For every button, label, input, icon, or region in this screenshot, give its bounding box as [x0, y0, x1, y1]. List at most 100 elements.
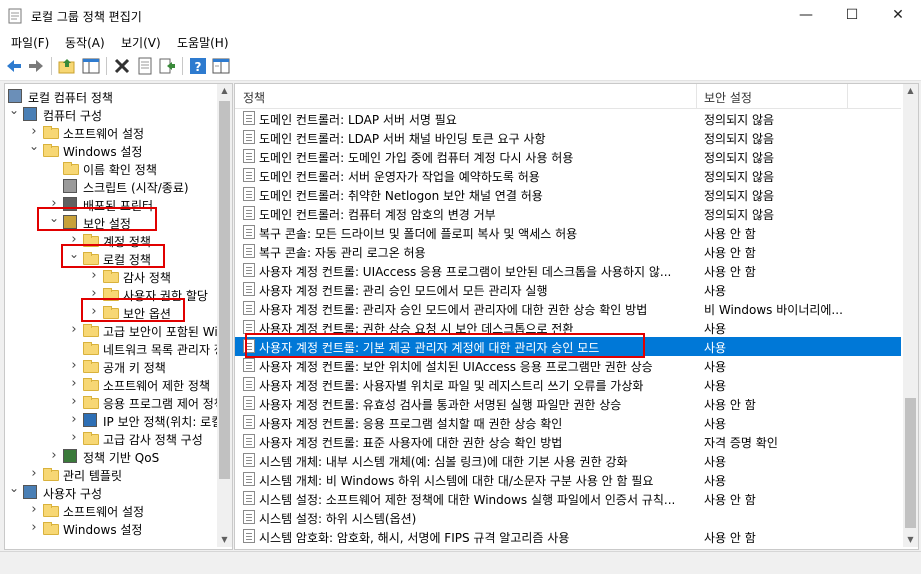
extended-view-icon[interactable]: [212, 57, 230, 75]
forward-icon[interactable]: [27, 57, 45, 75]
up-folder-icon[interactable]: [58, 57, 76, 75]
menu-action[interactable]: 동작(A): [65, 34, 105, 51]
policy-row[interactable]: 도메인 컨트롤러: 취약한 Netlogon 보안 채널 연결 허용 정의되지 않…: [235, 185, 901, 204]
policy-security-setting: 자격 증명 확인: [704, 436, 778, 450]
menu-view[interactable]: 보기(V): [121, 34, 161, 51]
expanded-chevron-icon[interactable]: ⌄: [9, 482, 19, 494]
tree-item[interactable]: › 공개 키 정책: [5, 358, 217, 376]
tree-item[interactable]: ⌄ 컴퓨터 구성: [5, 104, 217, 124]
toolbar-separator: [182, 57, 183, 75]
maximize-button[interactable]: ☐: [829, 0, 875, 31]
column-header-security-setting[interactable]: 보안 설정: [704, 89, 752, 106]
policy-row[interactable]: 도메인 컨트롤러: LDAP 서버 서명 필요 정의되지 않음: [235, 109, 901, 128]
export-icon[interactable]: [158, 57, 176, 75]
column-divider[interactable]: [696, 84, 697, 108]
back-icon[interactable]: [5, 57, 23, 75]
tree-item-label: 소프트웨어 제한 정책: [103, 379, 210, 393]
script-icon: [63, 179, 77, 193]
tree-scroll-thumb[interactable]: [219, 101, 230, 479]
column-divider[interactable]: [847, 84, 848, 108]
scroll-up-arrow-icon[interactable]: ▲: [220, 86, 229, 95]
tree-item[interactable]: 네트워크 목록 관리자 정책: [5, 340, 232, 358]
policy-row[interactable]: 사용자 계정 컨트롤: 응용 프로그램 설치할 때 권한 상승 확인 사용: [235, 413, 901, 432]
tree-item[interactable]: › 정책 기반 QoS: [5, 448, 217, 466]
policy-row[interactable]: 시스템 설정: 하위 시스템(옵션): [235, 508, 901, 527]
collapsed-chevron-icon[interactable]: ›: [69, 359, 79, 372]
collapsed-chevron-icon[interactable]: ›: [29, 503, 39, 516]
svg-text:?: ?: [195, 60, 202, 74]
tree-pane[interactable]: 로컬 컴퓨터 정책 ⌄ 컴퓨터 구성 › 소프트웨어 설정 ⌄ Windows 설정 이름 확…: [4, 83, 233, 550]
tree-item[interactable]: ⌄ Windows 설정: [5, 140, 217, 160]
policy-row[interactable]: 사용자 계정 컨트롤: 유효성 검사를 통과한 서명된 실행 파일만 권한 상승…: [235, 394, 901, 413]
tree-item[interactable]: ⌄ 사용자 구성: [5, 482, 217, 502]
tree-item[interactable]: 스크립트 (시작/종료): [5, 178, 217, 196]
tree-item[interactable]: 로컬 컴퓨터 정책: [5, 88, 217, 106]
policy-row[interactable]: 사용자 계정 컨트롤: 관리자 승인 모드에서 관리자에 대한 권한 상승 확인…: [235, 299, 901, 318]
collapsed-chevron-icon[interactable]: ›: [69, 431, 79, 444]
policy-security-setting: 사용 안 함: [704, 265, 756, 279]
scroll-down-arrow-icon[interactable]: ▼: [906, 535, 915, 544]
tree-item[interactable]: › 고급 보안이 포함된 Windows Defender 방화벽: [5, 322, 232, 340]
collapsed-chevron-icon[interactable]: ›: [49, 449, 59, 462]
policy-row[interactable]: 도메인 컨트롤러: 도메인 가입 중에 컴퓨터 계정 다시 사용 허용 정의되지 …: [235, 147, 901, 166]
tree-item[interactable]: › 소프트웨어 설정: [5, 502, 217, 520]
policy-row[interactable]: 도메인 컨트롤러: LDAP 서버 채널 바인딩 토큰 요구 사항 정의되지 않음: [235, 128, 901, 147]
list-vertical-scrollbar[interactable]: ▲ ▼: [903, 84, 918, 547]
policy-row[interactable]: 도메인 컨트롤러: 컴퓨터 계정 암호의 변경 거부 정의되지 않음: [235, 204, 901, 223]
tree-item[interactable]: › 고급 감사 정책 구성: [5, 430, 217, 448]
menu-file[interactable]: 파일(F): [11, 34, 49, 51]
collapsed-chevron-icon[interactable]: ›: [69, 413, 79, 426]
tree-vertical-scrollbar[interactable]: ▲ ▼: [217, 84, 232, 547]
collapsed-chevron-icon[interactable]: ›: [69, 395, 79, 408]
show-hide-tree-icon[interactable]: [82, 57, 100, 75]
policy-name: 사용자 계정 컨트롤: 관리자 승인 모드에서 관리자에 대한 권한 상승 확인…: [259, 303, 648, 317]
policy-row[interactable]: 사용자 계정 컨트롤: 관리 승인 모드에서 모든 관리자 실행 사용: [235, 280, 901, 299]
scroll-down-arrow-icon[interactable]: ▼: [220, 535, 229, 544]
collapsed-chevron-icon[interactable]: ›: [29, 125, 39, 138]
tree-item[interactable]: › 감사 정책: [5, 268, 217, 286]
policy-list-pane[interactable]: 정책 보안 설정 도메인 컨트롤러: LDAP 서버 서명 필요 정의되지 않음 도…: [234, 83, 919, 550]
properties-icon[interactable]: [136, 57, 154, 75]
policy-row[interactable]: 시스템 설정: 소프트웨어 제한 정책에 대한 Windows 실행 파일에서 …: [235, 489, 901, 508]
menu-help[interactable]: 도움말(H): [177, 34, 229, 51]
tree-item[interactable]: 이름 확인 정책: [5, 160, 217, 178]
policy-row[interactable]: 시스템 개체: 비 Windows 하위 시스템에 대한 대/소문자 구분 사용…: [235, 470, 901, 489]
policy-security-setting: 사용: [704, 379, 727, 393]
policy-row[interactable]: 사용자 계정 컨트롤: UIAccess 응용 프로그램이 보안된 데스크톱을 …: [235, 261, 901, 280]
collapsed-chevron-icon[interactable]: ›: [29, 521, 39, 534]
collapsed-chevron-icon[interactable]: ›: [69, 377, 79, 390]
policy-row[interactable]: 시스템 개체: 내부 시스템 개체(예: 심볼 링크)에 대한 기본 사용 권한…: [235, 451, 901, 470]
expanded-chevron-icon[interactable]: ⌄: [9, 104, 19, 116]
policy-row[interactable]: 사용자 계정 컨트롤: 사용자별 위치로 파일 및 레지스트리 쓰기 오류를 가…: [235, 375, 901, 394]
policy-security-setting: 사용 안 함: [704, 493, 756, 507]
policy-row[interactable]: 사용자 계정 컨트롤: 보안 위치에 설치된 UIAccess 응용 프로그램만…: [235, 356, 901, 375]
collapsed-chevron-icon[interactable]: ›: [69, 323, 79, 336]
list-scroll-thumb[interactable]: [905, 398, 916, 528]
policy-row[interactable]: 복구 콘솔: 자동 관리 로그온 허용 사용 안 함: [235, 242, 901, 261]
tree-item[interactable]: › 관리 템플릿: [5, 466, 217, 484]
policy-security-setting: 비 Windows 바이너리에...: [704, 303, 843, 317]
collapsed-chevron-icon[interactable]: ›: [89, 269, 99, 282]
scroll-up-arrow-icon[interactable]: ▲: [906, 86, 915, 95]
help-icon[interactable]: ?: [189, 57, 207, 75]
minimize-button[interactable]: —: [783, 0, 829, 31]
tree-item[interactable]: › Windows 설정: [5, 520, 217, 538]
expanded-chevron-icon[interactable]: ⌄: [29, 140, 39, 152]
policy-security-setting: 사용 안 함: [704, 398, 756, 412]
policy-row[interactable]: 시스템 암호화: 암호화, 해시, 서명에 FIPS 규격 알고리즘 사용 사용 …: [235, 527, 901, 546]
policy-name: 시스템 개체: 비 Windows 하위 시스템에 대한 대/소문자 구분 사용…: [259, 474, 654, 488]
delete-icon[interactable]: [113, 57, 131, 75]
column-header-policy[interactable]: 정책: [243, 89, 265, 106]
tree-item[interactable]: › IP 보안 정책(위치: 로컬 컴퓨터): [5, 412, 232, 430]
tree-item[interactable]: › 소프트웨어 제한 정책: [5, 376, 217, 394]
collapsed-chevron-icon[interactable]: ›: [29, 467, 39, 480]
close-button[interactable]: ✕: [875, 0, 921, 31]
tree-item[interactable]: › 응용 프로그램 제어 정책: [5, 394, 224, 412]
policy-row[interactable]: 사용자 계정 컨트롤: 표준 사용자에 대한 권한 상승 확인 방법 자격 증명 …: [235, 432, 901, 451]
tree-item-label: 관리 템플릿: [63, 469, 123, 483]
policy-row[interactable]: 도메인 컨트롤러: 서버 운영자가 작업을 예약하도록 허용 정의되지 않음: [235, 166, 901, 185]
policy-security-setting: 정의되지 않음: [704, 170, 775, 184]
policy-icon: [243, 472, 255, 486]
policy-row[interactable]: 복구 콘솔: 모든 드라이브 및 폴더에 플로피 복사 및 액세스 허용 사용 안…: [235, 223, 901, 242]
